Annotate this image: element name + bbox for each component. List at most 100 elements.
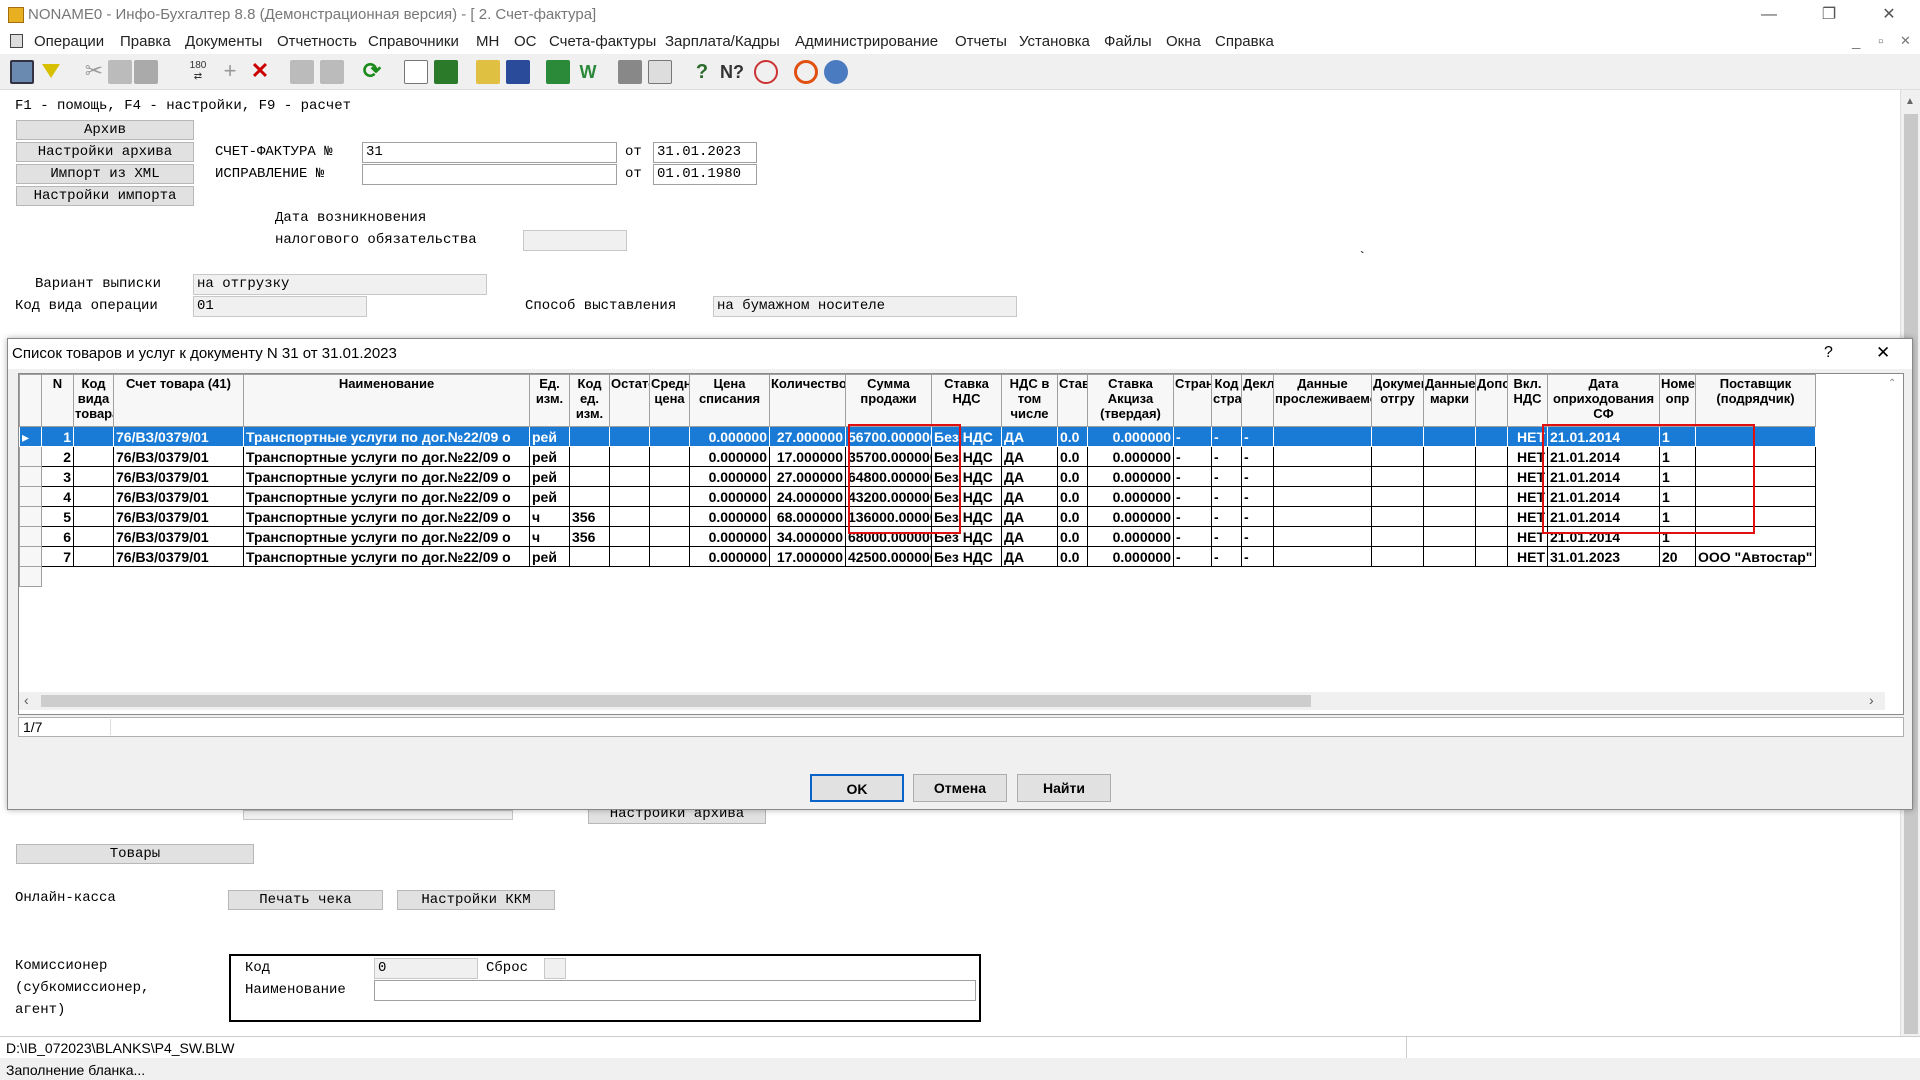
table-cell[interactable] [569, 546, 610, 567]
table-cell[interactable] [649, 426, 690, 447]
table-cell[interactable]: 0.000000 [1087, 546, 1174, 567]
table-cell[interactable]: - [1173, 486, 1212, 507]
table-cell[interactable] [609, 526, 650, 547]
table-cell[interactable]: 20 [1659, 546, 1696, 567]
column-header[interactable]: Данные прослеживаемости [1273, 374, 1372, 427]
table-cell[interactable]: 4 [41, 486, 74, 507]
commissioner-name-field[interactable] [374, 980, 976, 1001]
table-cell[interactable] [649, 546, 690, 567]
table-cell[interactable] [1475, 506, 1508, 527]
table-cell[interactable] [1273, 506, 1372, 527]
table-cell[interactable]: - [1211, 466, 1242, 487]
table-cell[interactable] [569, 426, 610, 447]
table-cell[interactable]: 76/ВЗ/0379/01 [113, 506, 244, 527]
table-cell[interactable]: ДА [1001, 546, 1058, 567]
table-cell[interactable]: 27.000000 [769, 466, 846, 487]
table-cell[interactable]: 0.000000 [1087, 446, 1174, 467]
menu-os[interactable]: ОС [514, 33, 537, 50]
table-cell[interactable]: Транспортные услуги по дог.№22/09 о [243, 526, 530, 547]
reset-checkbox[interactable] [544, 958, 566, 979]
column-header[interactable]: Поставщик (подрядчик) [1695, 374, 1816, 427]
menu-reports[interactable]: Отчеты [955, 33, 1007, 50]
table-cell[interactable]: 0.0 [1057, 446, 1088, 467]
table-cell[interactable] [1371, 466, 1424, 487]
column-header[interactable]: N [41, 374, 74, 427]
commissioner-code-field[interactable]: 0 [374, 958, 478, 979]
close-button[interactable]: ✕ [1866, 0, 1912, 30]
table-cell[interactable] [569, 466, 610, 487]
table-cell[interactable] [1475, 526, 1508, 547]
column-header[interactable]: Цена списания [689, 374, 770, 427]
copy-icon[interactable] [108, 60, 132, 84]
table-cell[interactable] [73, 426, 114, 447]
table-cell[interactable]: 31.01.2023 [1547, 546, 1660, 567]
table-cell[interactable]: Без НДС [931, 546, 1002, 567]
archive-button[interactable]: Архив [16, 120, 194, 140]
import-settings-button[interactable]: Настройки импорта [16, 186, 194, 206]
table-cell[interactable] [1423, 506, 1476, 527]
table-cell[interactable]: - [1211, 446, 1242, 467]
column-header[interactable]: Наименование [243, 374, 530, 427]
table-cell[interactable]: 76/ВЗ/0379/01 [113, 426, 244, 447]
table-cell[interactable]: 0.000000 [689, 446, 770, 467]
import-xml-button[interactable]: Импорт из XML [16, 164, 194, 184]
method-field[interactable]: на бумажном носителе [713, 296, 1017, 317]
table-cell[interactable]: 0.000000 [1087, 526, 1174, 547]
column-header[interactable]: Средняя цена [649, 374, 690, 427]
table-cell[interactable]: 7 [41, 546, 74, 567]
row-indicator[interactable] [19, 486, 42, 507]
table-cell[interactable]: ООО "Автостар" [1695, 546, 1816, 567]
table-cell[interactable]: рей [529, 466, 570, 487]
table-cell[interactable]: - [1211, 546, 1242, 567]
table-cell[interactable]: 2 [41, 446, 74, 467]
excel-icon[interactable] [546, 60, 570, 84]
mdi-minimize-button[interactable]: _ [1852, 33, 1860, 50]
table-cell[interactable]: - [1173, 466, 1212, 487]
column-header[interactable]: Ставка Акциза (твердая) [1087, 374, 1174, 427]
minimize-button[interactable]: — [1746, 0, 1792, 30]
table-cell[interactable] [609, 546, 650, 567]
table-cell[interactable] [1423, 526, 1476, 547]
column-header[interactable]: Дополнит [1475, 374, 1508, 427]
menu-operations[interactable]: Операции [34, 33, 104, 50]
table-cell[interactable]: НЕТ [1507, 546, 1548, 567]
table-cell[interactable]: 0.000000 [1087, 486, 1174, 507]
table-cell[interactable]: 356 [569, 506, 610, 527]
table-cell[interactable]: 0.000000 [689, 426, 770, 447]
table-cell[interactable] [1475, 466, 1508, 487]
table-cell[interactable]: 0.0 [1057, 506, 1088, 527]
filter-icon[interactable] [42, 64, 60, 78]
table-cell[interactable]: ДА [1001, 506, 1058, 527]
menu-invoices[interactable]: Счета-фактуры [549, 33, 656, 50]
table-row[interactable]: 7 76/ВЗ/0379/01 Транспортные услуги по дог… [19, 546, 1816, 567]
table-cell[interactable] [569, 446, 610, 467]
table-cell[interactable]: - [1173, 546, 1212, 567]
table-cell[interactable]: 0.000000 [1087, 506, 1174, 527]
table-cell[interactable]: 0.000000 [689, 546, 770, 567]
cancel-button[interactable]: Отмена [913, 774, 1007, 802]
correction-number-field[interactable] [362, 164, 617, 185]
table-cell[interactable]: 24.000000 [769, 486, 846, 507]
column-header[interactable]: Документы отгру [1371, 374, 1424, 427]
hscroll-thumb[interactable] [41, 695, 1311, 707]
table-cell[interactable] [1423, 546, 1476, 567]
table-cell[interactable]: 0.0 [1057, 546, 1088, 567]
table-cell[interactable]: 6 [41, 526, 74, 547]
table-cell[interactable]: - [1241, 506, 1274, 527]
table-cell[interactable]: рей [529, 446, 570, 467]
menu-documents[interactable]: Документы [185, 33, 262, 50]
column-header[interactable]: Декларации [1241, 374, 1274, 427]
table-cell[interactable] [1423, 446, 1476, 467]
table-cell[interactable] [649, 446, 690, 467]
table-cell[interactable]: Транспортные услуги по дог.№22/09 о [243, 546, 530, 567]
zoom-180-icon[interactable]: 180 ⇄ [186, 60, 210, 84]
column-header[interactable]: Количество [769, 374, 846, 427]
table-cell[interactable] [1423, 486, 1476, 507]
print-check-button[interactable]: Печать чека [228, 890, 383, 910]
table-cell[interactable]: 76/ВЗ/0379/01 [113, 486, 244, 507]
help-icon[interactable]: ? [690, 60, 714, 84]
table-cell[interactable]: - [1211, 506, 1242, 527]
table-cell[interactable] [73, 466, 114, 487]
delete-icon[interactable]: ✕ [248, 60, 272, 84]
table-cell[interactable] [73, 486, 114, 507]
